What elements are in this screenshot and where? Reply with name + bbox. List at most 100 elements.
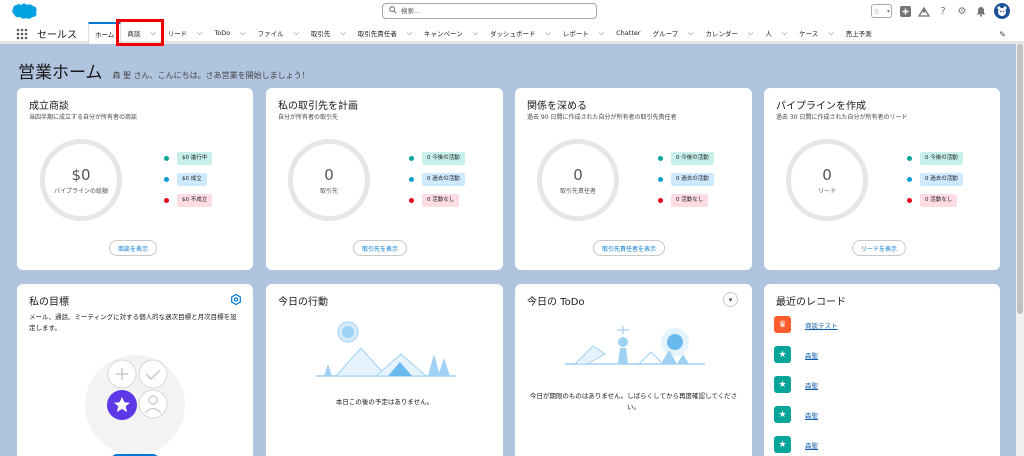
chevron-down-icon[interactable]: ⌵ — [546, 29, 551, 38]
recent-record-link[interactable]: 森聖 — [805, 380, 818, 390]
chevron-down-icon[interactable]: ⌵ — [407, 29, 412, 38]
recent-record-item[interactable]: ★ 森聖 — [774, 376, 818, 393]
chevron-down-icon[interactable]: ⌵ — [294, 29, 299, 38]
recent-record-item[interactable]: ★ 森聖 — [774, 346, 818, 363]
legend-item: $0 成立 — [164, 173, 212, 186]
chevron-down-icon[interactable]: ⌵ — [828, 29, 833, 38]
nav-tab[interactable]: Chatter — [610, 22, 646, 44]
events-empty-message: 本日この後の予定はありません。 — [335, 398, 434, 406]
card-deepen-relationships: 関係を深める 過去 90 日間に作成された自分が所有者の取引先責任者 0 取引先… — [515, 88, 752, 270]
nav-tab[interactable]: 取引先責任者 ⌵ — [352, 22, 418, 44]
nav-tab[interactable]: リード ⌵ — [162, 22, 209, 44]
nav-tab[interactable]: 取引先 ⌵ — [305, 22, 352, 44]
ring-value: 0 — [822, 165, 832, 184]
view-deals-button[interactable]: 商談を表示 — [109, 240, 158, 256]
chevron-down-icon: ▾ — [728, 295, 733, 304]
global-search-input[interactable]: 検索... — [382, 3, 597, 19]
goals-description: メール、通話、ミーティングに対する個人的な週次目標と月次目標を設定します。 — [29, 313, 237, 332]
star-icon: ☆ — [873, 6, 881, 16]
card-title: 私の取引先を計画 — [278, 101, 358, 112]
app-name: セールス — [37, 30, 77, 41]
nav-tab[interactable]: グループ ⌵ — [647, 22, 700, 44]
chevron-down-icon[interactable]: ⌵ — [599, 29, 604, 38]
nav-tab[interactable]: 人 ⌵ — [759, 22, 793, 44]
card-title: 最近のレコード — [776, 297, 846, 308]
legend-label: 0 今後の活動 — [422, 152, 465, 165]
app-launcher-icon[interactable] — [16, 28, 28, 40]
todo-dropdown-button[interactable]: ▾ — [723, 292, 738, 307]
todo-illustration — [565, 326, 705, 365]
recent-record-item[interactable]: ♛ 商談テスト — [774, 316, 838, 333]
notifications-bell-icon[interactable] — [975, 5, 987, 17]
favorites-button[interactable]: ☆ ▾ — [871, 4, 892, 18]
view-contacts-button[interactable]: 取引先責任者を表示 — [593, 240, 666, 256]
trailhead-icon[interactable] — [918, 5, 930, 17]
settings-hexagon-icon[interactable] — [231, 294, 241, 305]
nav-tab-label: 売上予測 — [845, 30, 872, 38]
nav-tab-label: グループ — [652, 30, 679, 38]
recent-record-link[interactable]: 森聖 — [805, 410, 818, 420]
card-recent-records: 最近のレコード ♛ 商談テスト ★ 森聖 ★ 森聖 ★ 森聖 ★ 森聖 — [764, 284, 1000, 456]
legend-item: $0 不成立 — [164, 194, 213, 207]
nav-tab[interactable]: キャンペーン ⌵ — [418, 22, 484, 44]
legend-label: $0 進行中 — [177, 152, 213, 165]
card-subtitle: 過去 90 日間に作成された自分が所有者の取引先責任者 — [527, 114, 677, 121]
ring-value: 0 — [573, 165, 583, 184]
card-account-plan: 私の取引先を計画 自分が所有者の取引先 0 取引先 0 今後の活動 0 過去の活… — [266, 88, 503, 270]
nav-tab-label: カレンダー — [705, 30, 739, 38]
nav-tab-label: Chatter — [616, 29, 641, 37]
nav-tab-label: ダッシュボード — [490, 30, 536, 38]
nav-tab[interactable]: ファイル ⌵ — [252, 22, 305, 44]
nav-tab[interactable]: カレンダー ⌵ — [700, 22, 760, 44]
page-scrollbar[interactable] — [1016, 44, 1024, 456]
nav-tab-label: リード — [167, 30, 188, 38]
star-icon: ★ — [774, 346, 791, 363]
card-todays-todo: 今日の ToDo ▾ 今日が期限のものはありません。しばらくしてから再度確認して… — [515, 284, 752, 456]
scrollbar-thumb[interactable] — [1017, 44, 1023, 314]
legend-label: 0 活動なし — [422, 194, 460, 207]
global-actions-icon[interactable] — [899, 5, 911, 17]
card-closed-deals: 成立商談 当四半期に成立する自分が所有者の商談 $0 パイプラインの総額 $0 … — [17, 88, 253, 270]
recent-record-link[interactable]: 森聖 — [805, 440, 818, 450]
header-actions: ☆ ▾ ? ⚙ — [871, 3, 1010, 19]
nav-tab[interactable]: ケース ⌵ — [793, 22, 840, 44]
recent-record-link[interactable]: 商談テスト — [805, 320, 838, 330]
chevron-down-icon[interactable]: ⌵ — [240, 29, 245, 38]
view-accounts-button[interactable]: 取引先を表示 — [353, 240, 408, 256]
ring-value: 0 — [324, 165, 334, 184]
ring-legend: $0 進行中 $0 成立 $0 不成立 — [164, 152, 213, 207]
legend-label: $0 不成立 — [177, 194, 213, 207]
ring-label: リード — [817, 187, 836, 195]
ring-value: $0 — [71, 165, 91, 184]
nav-tab-label: ケース — [799, 30, 819, 38]
star-icon: ★ — [774, 436, 791, 453]
chevron-down-icon[interactable]: ⌵ — [782, 29, 787, 38]
recent-record-item[interactable]: ★ 森聖 — [774, 436, 818, 453]
recent-record-item[interactable]: ★ 森聖 — [774, 406, 818, 423]
card-title: 成立商談 — [29, 101, 69, 112]
chevron-down-icon[interactable]: ⌵ — [748, 29, 753, 38]
nav-tab-label: ToDo — [214, 29, 231, 37]
nav-tabs: ホーム 商談 ⌵ リード ⌵ ToDo ⌵ ファイル ⌵ 取引先 ⌵ 取引先責任者 ⌵ キャンペーン ⌵ ダッ… — [88, 22, 878, 44]
legend-item: 0 過去の活動 — [409, 173, 465, 186]
chevron-down-icon[interactable]: ⌵ — [473, 29, 478, 38]
chevron-down-icon[interactable]: ⌵ — [340, 29, 345, 38]
help-icon[interactable]: ? — [937, 5, 949, 17]
nav-tab[interactable]: 売上予測 — [840, 22, 878, 44]
chevron-down-icon[interactable]: ⌵ — [688, 29, 693, 38]
nav-tab-label: キャンペーン — [424, 30, 463, 38]
ring-legend: 0 今後の活動 0 過去の活動 0 活動なし — [658, 152, 714, 207]
nav-tab[interactable]: ダッシュボード ⌵ — [484, 22, 557, 44]
search-icon — [389, 6, 397, 14]
edit-nav-pencil-icon[interactable]: ✎ — [999, 30, 1006, 39]
salesforce-logo[interactable] — [10, 2, 38, 20]
recent-record-link[interactable]: 森聖 — [805, 350, 818, 360]
legend-item: 0 過去の活動 — [907, 173, 963, 186]
nav-tab[interactable]: レポート ⌵ — [557, 22, 610, 44]
chevron-down-icon[interactable]: ⌵ — [197, 29, 202, 38]
nav-tab[interactable]: ToDo ⌵ — [208, 22, 251, 44]
view-leads-button[interactable]: リードを表示 — [852, 240, 907, 256]
gear-icon[interactable]: ⚙ — [956, 5, 968, 17]
nav-tab-label: ホーム — [95, 31, 115, 39]
user-avatar[interactable] — [994, 3, 1010, 19]
